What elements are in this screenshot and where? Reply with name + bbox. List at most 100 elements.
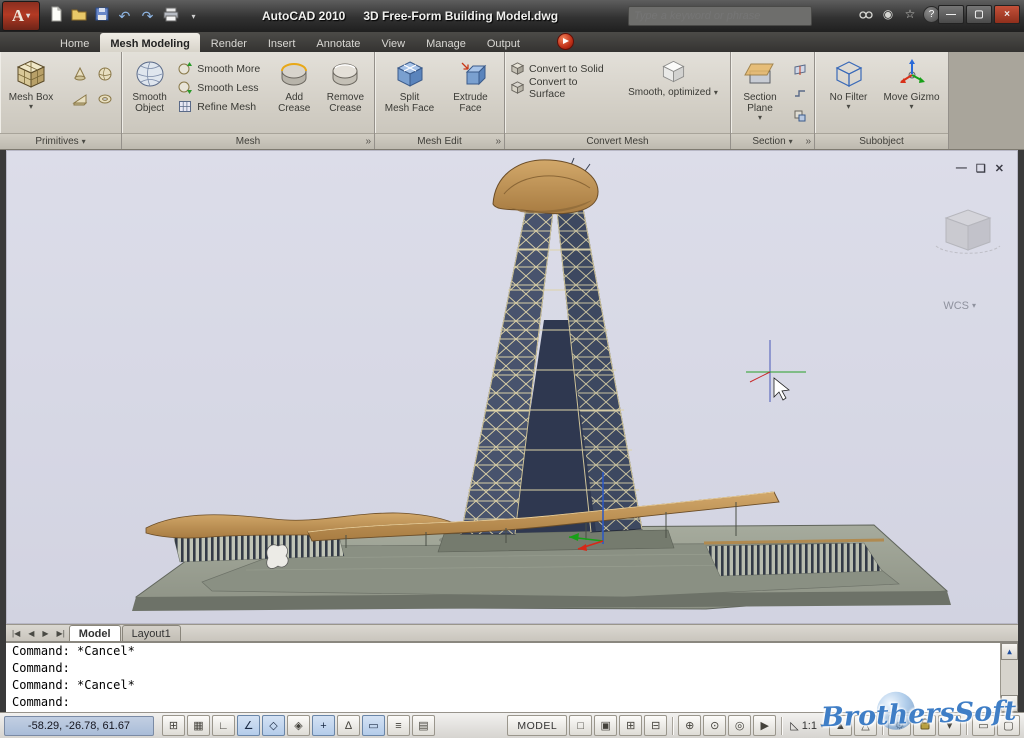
tab-insert[interactable]: Insert [258,33,306,52]
panel-mesh-label[interactable]: Mesh » [122,133,374,149]
smooth-less-button[interactable]: Smooth Less [175,78,269,97]
quick-view-drawings-button[interactable]: ⊟ [644,715,667,736]
grid-toggle[interactable]: ▦ [187,715,210,736]
model-button[interactable]: MODEL [507,715,567,736]
mesh-wedge-button[interactable] [68,87,92,111]
status-menu-button[interactable]: ▾ [938,715,961,736]
new-file-button[interactable] [45,6,66,27]
workspace-switching-button[interactable]: ⚙ [888,715,911,736]
application-status-button[interactable]: ▭ [972,715,995,736]
viewport-minimize-icon[interactable]: — [956,162,967,175]
tab-home[interactable]: Home [50,33,99,52]
save-button[interactable] [91,6,112,27]
minimize-button[interactable]: — [938,5,964,24]
favorites-star-icon[interactable]: ☆ [901,5,919,23]
toolbar-lock-button[interactable] [913,715,936,736]
ducs-toggle[interactable]: ∆ [337,715,360,736]
scroll-down-icon[interactable]: ▼ [1001,695,1018,712]
mesh-box-dropdown-icon[interactable]: ▾ [29,103,33,111]
add-crease-button[interactable]: Add Crease [270,54,319,133]
smooth-optimized-button[interactable]: Smooth, optimized ▾ [619,54,727,133]
zoom-button[interactable]: ⊙ [703,715,726,736]
tab-render[interactable]: Render [201,33,257,52]
first-layout-button[interactable]: |◀ [8,626,24,641]
quick-view-layouts-button[interactable]: ⊞ [619,715,642,736]
panel-section-label[interactable]: Section ▾ » [731,133,814,149]
tab-view[interactable]: View [371,33,415,52]
layout-space-button[interactable]: ▣ [594,715,617,736]
model-space-button[interactable]: □ [569,715,592,736]
layout1-tab[interactable]: Layout1 [122,625,181,641]
mesh-torus-button[interactable] [93,87,117,111]
application-menu-button[interactable]: A ▾ [2,1,40,31]
annotation-visibility-button[interactable]: ▲ [829,715,852,736]
panel-mesh-edit-label[interactable]: Mesh Edit » [375,133,504,149]
dyn-toggle[interactable]: ▭ [362,715,385,736]
panel-subobject-label[interactable]: Subobject [815,133,948,149]
mesh-sphere-button[interactable] [93,62,117,86]
drawing-viewport[interactable]: — ❏ ✕ WCS ▾ [6,150,1018,624]
pan-button[interactable]: ⊕ [678,715,701,736]
previous-layout-button[interactable]: ◀ [24,626,38,641]
viewport-close-icon[interactable]: ✕ [995,162,1004,175]
show-motion-button[interactable]: ▶ [753,715,776,736]
panel-section-flyout-icon[interactable]: » [805,136,811,147]
viewport-restore-icon[interactable]: ❏ [976,162,986,175]
tab-mesh-modeling[interactable]: Mesh Modeling [100,33,199,52]
close-button[interactable]: × [994,5,1020,24]
wcs-indicator[interactable]: WCS ▾ [943,300,976,312]
steering-wheel-button[interactable]: ◎ [728,715,751,736]
command-scrollbar[interactable]: ▲ ▼ [1000,643,1018,712]
smooth-object-button[interactable]: Smooth Object [124,54,175,133]
move-gizmo-button[interactable]: Move Gizmo ▾ [879,54,945,133]
annotation-autoscale-button[interactable]: △ [854,715,877,736]
otrack-toggle[interactable]: + [312,715,335,736]
remove-crease-button[interactable]: Remove Crease [319,54,372,133]
smooth-optimized-dropdown-icon[interactable]: ▾ [714,89,718,97]
tab-manage[interactable]: Manage [416,33,476,52]
search-binoculars-icon[interactable] [857,5,875,23]
coordinates-display[interactable]: -58.29, -26.78, 61.67 [4,716,154,736]
section-plane-dropdown-icon[interactable]: ▾ [758,114,762,122]
quick-access-menu-button[interactable]: ▾ [183,6,204,27]
add-jog-button[interactable] [790,83,810,103]
plot-button[interactable] [160,6,181,27]
restore-button[interactable]: ▢ [966,5,992,24]
polar-toggle[interactable]: ∠ [237,715,260,736]
panel-mesh-edit-flyout-icon[interactable]: » [495,136,501,147]
lwt-toggle[interactable]: ≡ [387,715,410,736]
move-gizmo-dropdown-icon[interactable]: ▾ [909,103,913,111]
clean-screen-button[interactable]: ▢ [997,715,1020,736]
scroll-up-icon[interactable]: ▲ [1001,643,1018,660]
no-filter-button[interactable]: No Filter ▾ [819,54,879,133]
panel-mesh-flyout-icon[interactable]: » [365,136,371,147]
extrude-face-button[interactable]: Extrude Face [441,54,501,133]
osnap3d-toggle[interactable]: ◈ [287,715,310,736]
tab-annotate[interactable]: Annotate [306,33,370,52]
model-tab[interactable]: Model [69,625,121,641]
ortho-toggle[interactable]: ∟ [212,715,235,736]
generate-section-button[interactable] [790,106,810,126]
ribbon-options-icon[interactable] [557,33,574,50]
search-input[interactable] [629,10,811,22]
refine-mesh-button[interactable]: Refine Mesh [175,97,269,116]
communication-center-icon[interactable]: ◉ [879,5,897,23]
mesh-cone-button[interactable] [68,62,92,86]
split-mesh-face-button[interactable]: Split Mesh Face [379,54,441,133]
qp-toggle[interactable]: ▤ [412,715,435,736]
command-window[interactable]: Command: *Cancel* Command: Command: *Can… [6,641,1018,712]
mesh-box-button[interactable]: Mesh Box ▾ [2,54,60,133]
undo-button[interactable]: ↶ [114,6,135,27]
next-layout-button[interactable]: ▶ [38,626,52,641]
panel-convert-mesh-label[interactable]: Convert Mesh [505,133,730,149]
convert-to-surface-button[interactable]: Convert to Surface [507,78,619,97]
redo-button[interactable]: ↷ [137,6,158,27]
osnap-toggle[interactable]: ◇ [262,715,285,736]
section-plane-button[interactable]: Section Plane ▾ [733,54,787,133]
live-section-button[interactable] [790,60,810,80]
tab-output[interactable]: Output [477,33,530,52]
annotation-scale-button[interactable]: ◺ 1:1 ▾ [787,719,827,732]
no-filter-dropdown-icon[interactable]: ▾ [846,103,850,111]
snap-toggle[interactable]: ⊞ [162,715,185,736]
open-file-button[interactable] [68,6,89,27]
